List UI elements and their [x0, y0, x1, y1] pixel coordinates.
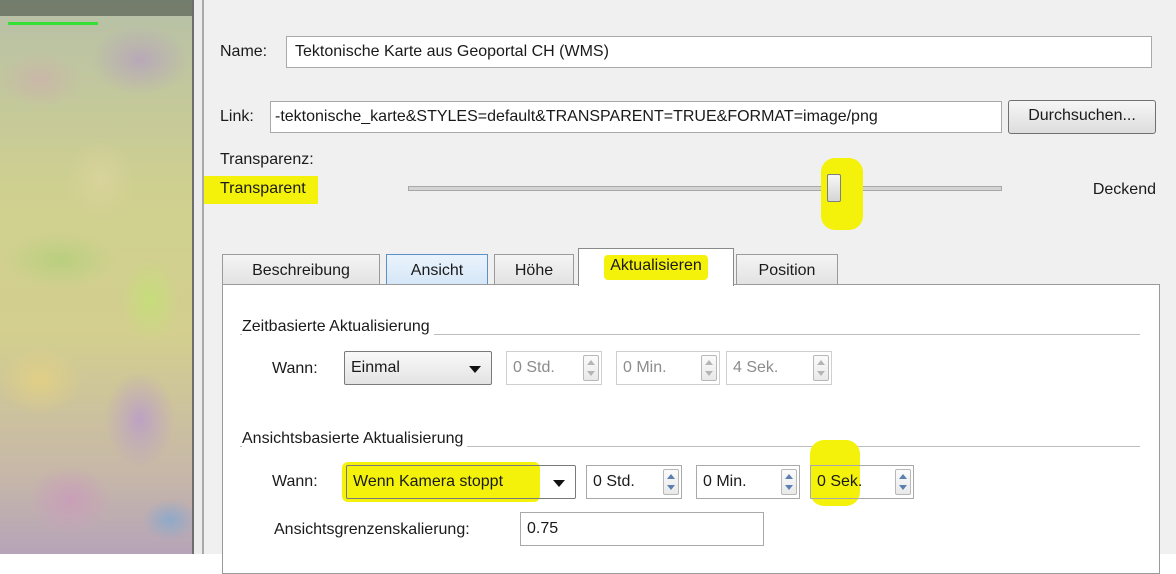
- scale-input[interactable]: 0.75: [520, 512, 764, 546]
- scale-label: Ansichtsgrenzenskalierung:: [274, 521, 470, 538]
- view-minutes-value: 0 Min.: [703, 473, 747, 490]
- spinner-arrows-icon[interactable]: [813, 355, 829, 381]
- tab-hoehe[interactable]: Höhe: [494, 254, 574, 285]
- layer-properties-panel: Name: Tektonische Karte aus Geoportal CH…: [204, 0, 1176, 574]
- time-seconds-spinner[interactable]: 4 Sek.: [726, 351, 832, 385]
- link-label: Link:: [220, 108, 254, 125]
- chevron-down-icon: [469, 366, 481, 373]
- transparency-min-label: Transparent: [204, 176, 318, 204]
- spinner-arrows-icon[interactable]: [663, 469, 679, 495]
- time-when-select[interactable]: Einmal: [344, 351, 492, 385]
- transparency-label: Transparenz:: [220, 151, 314, 168]
- time-minutes-value: 0 Min.: [623, 359, 667, 376]
- map-top-band: [0, 0, 192, 16]
- view-refresh-group-title: Ansichtsbasierte Aktualisierung: [242, 430, 468, 448]
- view-hours-spinner[interactable]: 0 Std.: [586, 465, 682, 499]
- spinner-arrows-icon[interactable]: [583, 355, 599, 381]
- tab-aktualisieren-label: Aktualisieren: [604, 255, 708, 280]
- view-when-select[interactable]: Wenn Kamera stoppt: [346, 465, 576, 499]
- view-seconds-value: 0 Sek.: [817, 473, 863, 490]
- spinner-arrows-icon[interactable]: [781, 469, 797, 495]
- name-input[interactable]: Tektonische Karte aus Geoportal CH (WMS): [286, 36, 1152, 68]
- time-seconds-value: 4 Sek.: [733, 359, 779, 376]
- spinner-arrows-icon[interactable]: [701, 355, 717, 381]
- tab-ansicht[interactable]: Ansicht: [386, 254, 488, 285]
- tab-aktualisieren[interactable]: Aktualisieren: [578, 248, 734, 286]
- time-when-label: Wann:: [272, 360, 318, 377]
- transparency-slider-track[interactable]: [408, 186, 1002, 191]
- time-hours-value: 0 Std.: [513, 359, 555, 376]
- name-label: Name:: [220, 43, 268, 60]
- link-input[interactable]: -tektonische_karte&STYLES=default&TRANSP…: [270, 101, 1002, 133]
- browse-button[interactable]: Durchsuchen...: [1008, 100, 1156, 134]
- transparency-max-label: Deckend: [1092, 181, 1156, 198]
- view-hours-value: 0 Std.: [593, 473, 635, 490]
- time-minutes-spinner[interactable]: 0 Min.: [616, 351, 720, 385]
- tab-position[interactable]: Position: [736, 254, 838, 285]
- panel-splitter[interactable]: [192, 0, 204, 554]
- view-minutes-spinner[interactable]: 0 Min.: [696, 465, 800, 499]
- view-seconds-spinner[interactable]: 0 Sek.: [810, 465, 914, 499]
- time-when-select-value: Einmal: [351, 359, 400, 376]
- view-when-label: Wann:: [272, 473, 318, 490]
- map-view[interactable]: [0, 0, 192, 554]
- time-refresh-group-title: Zeitbasierte Aktualisierung: [242, 318, 434, 336]
- chevron-down-icon: [553, 480, 565, 487]
- map-scale-line: [8, 22, 98, 25]
- time-hours-spinner[interactable]: 0 Std.: [506, 351, 602, 385]
- tab-beschreibung[interactable]: Beschreibung: [222, 254, 380, 285]
- transparency-slider-thumb[interactable]: [827, 174, 842, 202]
- view-when-select-value: Wenn Kamera stoppt: [353, 473, 504, 490]
- spinner-arrows-icon[interactable]: [895, 469, 911, 495]
